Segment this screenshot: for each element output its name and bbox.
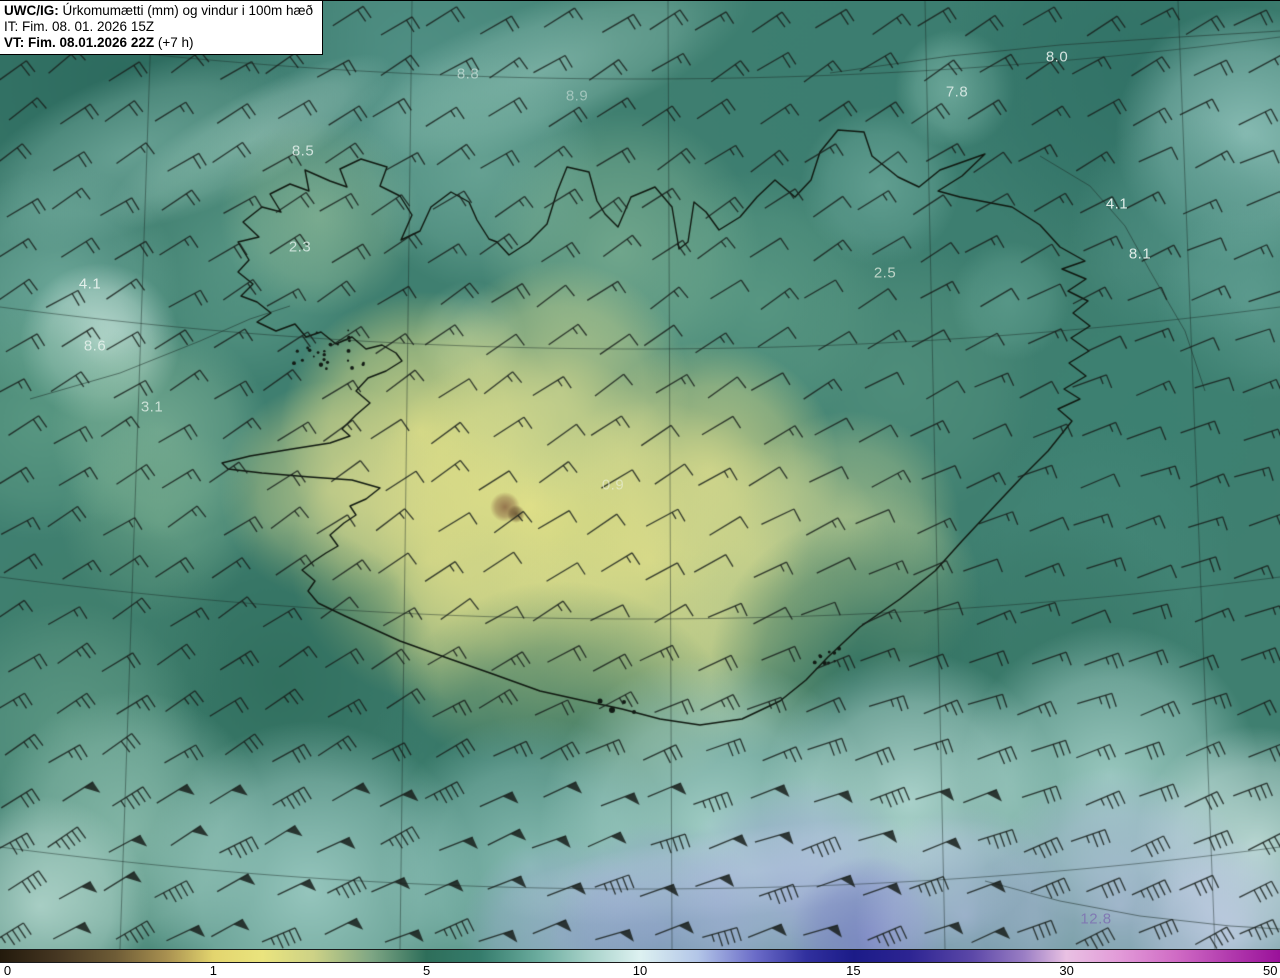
init-time-line: IT: Fim. 08. 01. 2026 15Z xyxy=(4,19,155,34)
map-title: Úrkomumætti (mm) og vindur i 100m hæð xyxy=(58,3,314,18)
colorbar-tick-labels: 0 1 5 10 15 30 50 xyxy=(0,963,1280,978)
colorbar-tick-label: 10 xyxy=(632,963,648,978)
weather-map-view: 8.0 7.8 8.8 8.9 8.5 2.3 4.1 8.6 3.1 2.5 4.1 8.1 0.9 1… xyxy=(0,0,1280,978)
precipitation-wind-map xyxy=(0,1,1280,949)
forecast-info-panel: UWC/IG: Úrkomumætti (mm) og vindur i 100… xyxy=(0,1,324,55)
valid-time: VT: Fim. 08.01.2026 22Z xyxy=(4,35,155,50)
colorbar-tick-label: 1 xyxy=(209,963,217,978)
valid-offset: (+7 h) xyxy=(154,35,194,50)
colorbar-tick-label: 0 xyxy=(3,963,12,978)
colorbar-gradient xyxy=(0,949,1280,963)
colorbar-tick-label: 15 xyxy=(846,963,861,978)
product-label: UWC/IG: xyxy=(4,3,59,18)
valid-time-line: VT: Fim. 08.01.2026 22Z (+7 h) xyxy=(4,35,313,51)
colorbar-tick-label: 50 xyxy=(1262,963,1278,978)
forecast-title-line: UWC/IG: Úrkomumætti (mm) og vindur i 100… xyxy=(4,3,313,19)
colorbar-tick-label: 30 xyxy=(1059,963,1074,978)
precipitation-colorbar: 0 1 5 10 15 30 50 xyxy=(0,949,1280,978)
colorbar-tick-label: 5 xyxy=(422,963,431,978)
